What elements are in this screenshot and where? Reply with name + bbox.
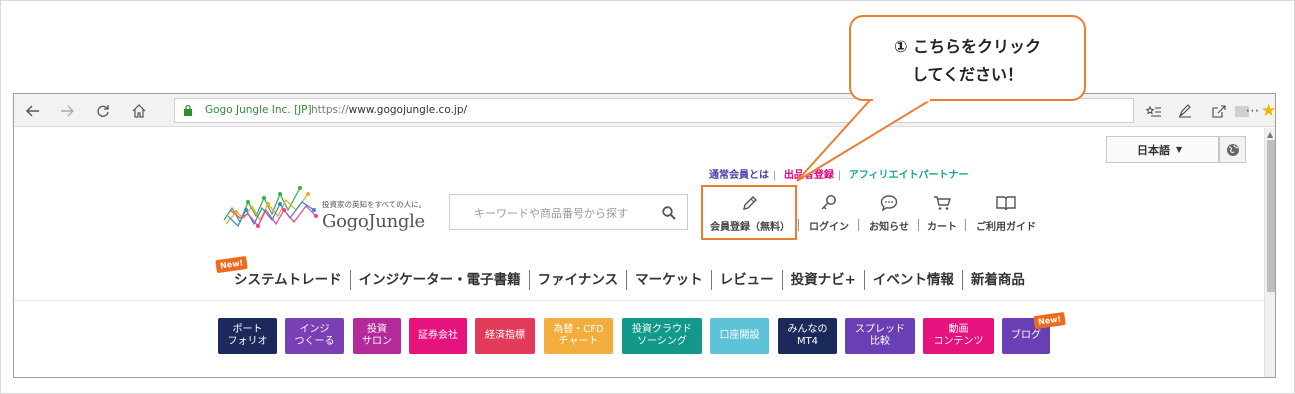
- gogojungle-logo-icon[interactable]: [222, 180, 322, 240]
- browser-toolbar: Gogo Jungle Inc. [JP] https://www.gogoju…: [14, 94, 1275, 127]
- notifications-button[interactable]: お知らせ: [864, 190, 914, 234]
- book-icon: [996, 196, 1016, 211]
- category-fx-cfd-chart-button[interactable]: 為替・CFD チャート: [544, 318, 613, 354]
- category-economic-indicators-button[interactable]: 経済指標: [475, 318, 535, 354]
- search-input[interactable]: キーワードや商品番号から探す: [449, 194, 688, 230]
- refresh-icon[interactable]: [92, 100, 114, 122]
- key-icon: [821, 195, 836, 210]
- nav-separator: [965, 219, 966, 231]
- home-icon[interactable]: [128, 100, 150, 122]
- nav-events[interactable]: イベント情報: [865, 270, 963, 290]
- site-identity: Gogo Jungle Inc. [JP]: [205, 104, 312, 116]
- nav-indicator-ebook[interactable]: インジケーター・電子書籍: [351, 270, 530, 290]
- nav-review[interactable]: レビュー: [712, 270, 783, 290]
- nav-investment-navi[interactable]: 投資ナビ+: [783, 270, 865, 290]
- affiliate-partner-link[interactable]: アフィリエイトパートナー: [849, 170, 969, 181]
- nav-separator: [858, 219, 859, 231]
- category-brokerage-button[interactable]: 証券会社: [409, 318, 467, 354]
- scroll-thumb[interactable]: [1267, 140, 1275, 292]
- chevron-down-icon: ▼: [1176, 145, 1183, 154]
- cart-button[interactable]: カート: [924, 190, 960, 234]
- speech-bubble-icon: [880, 195, 898, 212]
- category-salon-button[interactable]: 投資 サロン: [353, 318, 401, 354]
- category-indicator-tool-button[interactable]: インジ つくーる: [285, 318, 344, 354]
- lock-icon: [184, 104, 192, 116]
- seller-register-link[interactable]: 出品者登録: [784, 170, 834, 181]
- nav-finance[interactable]: ファイナンス: [530, 270, 628, 290]
- url-text: https://www.gogojungle.co.jp/: [311, 104, 468, 116]
- nav-separator: [918, 219, 919, 231]
- category-portfolio-button[interactable]: ポート フォリオ: [218, 318, 277, 354]
- globe-button[interactable]: [1219, 136, 1246, 163]
- language-select[interactable]: 日本語 ▼: [1106, 136, 1219, 163]
- user-guide-label: ご利用ガイド: [976, 222, 1036, 233]
- user-guide-button[interactable]: ご利用ガイド: [970, 190, 1042, 234]
- member-info-link[interactable]: 通常会員とは: [709, 170, 769, 181]
- search-icon[interactable]: [662, 206, 676, 220]
- cart-icon: [934, 196, 951, 210]
- category-spread-compare-button[interactable]: スプレッド 比較: [845, 318, 915, 354]
- back-icon[interactable]: [22, 100, 44, 122]
- nav-system-trade[interactable]: システムトレード: [226, 270, 351, 290]
- nav-market[interactable]: マーケット: [627, 270, 712, 290]
- nav-separator: [798, 219, 799, 231]
- blog-new-badge: New!: [1033, 311, 1066, 330]
- globe-icon: [1226, 143, 1239, 156]
- category-crowdsourcing-button[interactable]: 投資クラウド ソーシング: [622, 318, 702, 354]
- language-select-value: 日本語: [1137, 143, 1170, 157]
- logo-tagline: 投資家の英知をすべての人に。: [322, 200, 427, 209]
- nav-new-products[interactable]: 新着商品: [963, 270, 1033, 290]
- category-video-content-button[interactable]: 動画 コンテンツ: [923, 318, 994, 354]
- share-icon[interactable]: [1208, 100, 1230, 122]
- header-divider: [14, 300, 1263, 301]
- notifications-label: お知らせ: [869, 222, 909, 233]
- more-menu-icon[interactable]: ⋯: [1242, 100, 1264, 122]
- pen-notes-icon[interactable]: [1174, 100, 1196, 122]
- instruction-callout: ① こちらをクリック してください！: [849, 15, 1086, 101]
- favorites-list-icon[interactable]: [1142, 100, 1164, 122]
- category-minna-mt4-button[interactable]: みんなの MT4: [778, 318, 837, 354]
- register-highlight-box: [701, 185, 797, 240]
- main-navigation: システムトレード インジケーター・電子書籍 ファイナンス マーケット レビュー …: [226, 269, 1033, 291]
- forward-icon[interactable]: [56, 100, 78, 122]
- callout-text: ① こちらをクリック してください！: [893, 37, 1042, 84]
- header-top-links: 通常会員とは | 出品者登録 | アフィリエイトパートナー: [709, 170, 969, 181]
- category-open-account-button[interactable]: 口座開設: [710, 318, 769, 354]
- logo-wordmark[interactable]: GogoJungle: [322, 211, 425, 232]
- scroll-up-arrow-icon[interactable]: ▲: [1267, 130, 1273, 139]
- cart-label: カート: [927, 222, 957, 233]
- login-button[interactable]: ログイン: [804, 190, 854, 234]
- vertical-scrollbar[interactable]: ▲: [1264, 128, 1275, 377]
- search-placeholder: キーワードや商品番号から探す: [474, 207, 628, 220]
- login-label: ログイン: [809, 222, 849, 233]
- browser-window: Gogo Jungle Inc. [JP] https://www.gogoju…: [13, 93, 1276, 378]
- address-bar[interactable]: Gogo Jungle Inc. [JP] https://www.gogoju…: [174, 98, 1275, 123]
